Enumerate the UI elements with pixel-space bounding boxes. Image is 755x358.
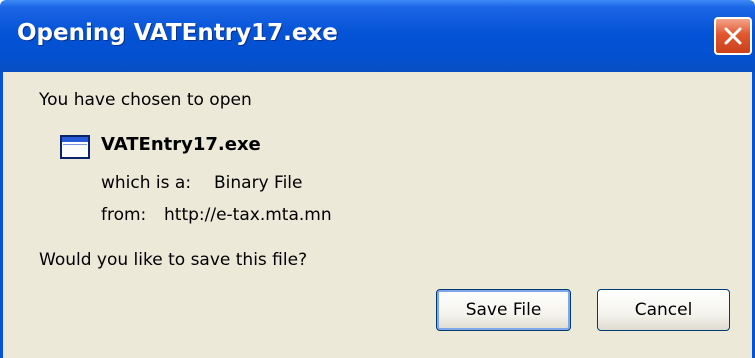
dialog-title: Opening VATEntry17.exe — [17, 20, 338, 46]
cancel-button[interactable]: Cancel — [597, 289, 730, 331]
application-window-icon — [60, 135, 90, 159]
file-type-value: Binary File — [214, 173, 303, 193]
save-question: Would you like to save this file? — [39, 250, 308, 270]
intro-text: You have chosen to open — [39, 90, 252, 110]
file-download-dialog: Opening VATEntry17.exe You have chosen t… — [0, 0, 755, 358]
save-file-button[interactable]: Save File — [436, 289, 571, 331]
close-button[interactable] — [714, 17, 752, 55]
close-icon — [724, 27, 742, 45]
title-bar[interactable]: Opening VATEntry17.exe — [0, 0, 755, 72]
file-type-label: which is a: — [101, 173, 192, 193]
file-source-label: from: — [101, 205, 147, 225]
file-source-value: http://e-tax.mta.mn — [164, 205, 332, 225]
file-name: VATEntry17.exe — [101, 134, 261, 155]
dialog-body: You have chosen to open VATEntry17.exe w… — [0, 72, 755, 358]
